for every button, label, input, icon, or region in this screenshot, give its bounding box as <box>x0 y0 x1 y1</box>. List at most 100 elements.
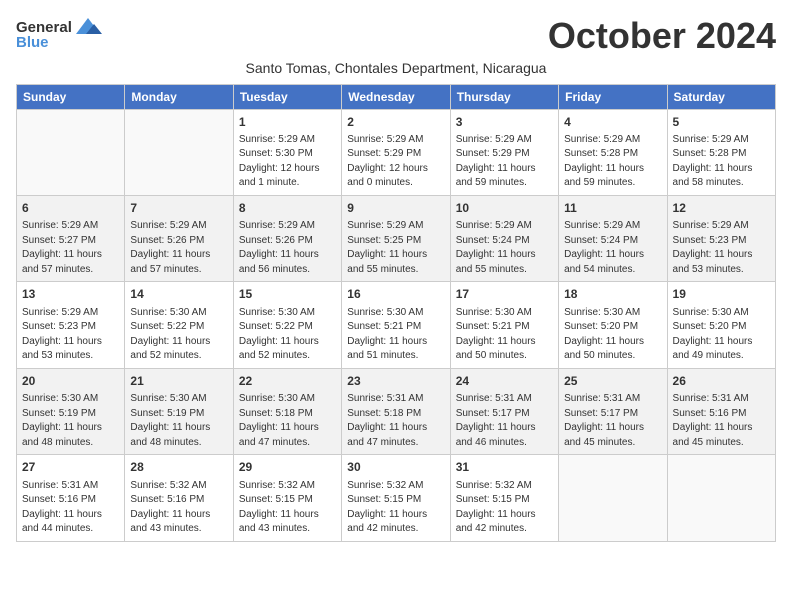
day-info: Sunrise: 5:32 AMSunset: 5:15 PMDaylight:… <box>347 479 444 537</box>
day-number: 15 <box>239 286 336 303</box>
week-row-2: 6 Sunrise: 5:29 AMSunset: 5:27 PMDaylight… <box>17 195 776 281</box>
day-cell: 21Sunrise: 5:30 AMSunset: 5:19 PMDayligh… <box>125 368 233 454</box>
day-number: 17 <box>456 286 553 303</box>
weekday-header-saturday: Saturday <box>667 84 775 109</box>
day-number: 30 <box>347 459 444 476</box>
day-info: Sunrise: 5:29 AMSunset: 5:27 PMDaylight:… <box>22 219 119 277</box>
day-number: 10 <box>456 200 553 217</box>
day-info: Sunrise: 5:32 AMSunset: 5:16 PMDaylight:… <box>130 479 227 537</box>
day-info: Sunrise: 5:29 AMSunset: 5:28 PMDaylight:… <box>673 133 770 191</box>
day-number: 4 <box>564 114 661 131</box>
day-cell: 28 Sunrise: 5:32 AMSunset: 5:16 PMDayligh… <box>125 455 233 541</box>
day-number: 24 <box>456 373 553 390</box>
day-cell: 4 Sunrise: 5:29 AMSunset: 5:28 PMDaylight… <box>559 109 667 195</box>
day-info: Sunrise: 5:31 AMSunset: 5:16 PMDaylight:… <box>22 479 119 537</box>
day-cell: 22 Sunrise: 5:30 AMSunset: 5:18 PMDayligh… <box>233 368 341 454</box>
day-cell: 2Sunrise: 5:29 AMSunset: 5:29 PMDaylight… <box>342 109 450 195</box>
day-info: Sunrise: 5:29 AMSunset: 5:23 PMDaylight:… <box>22 306 119 364</box>
day-cell <box>667 455 775 541</box>
logo: General Blue <box>16 16 102 51</box>
day-info: Sunrise: 5:31 AMSunset: 5:17 PMDaylight:… <box>456 392 553 450</box>
day-info: Sunrise: 5:31 AMSunset: 5:17 PMDaylight:… <box>564 392 661 450</box>
day-cell: 29 Sunrise: 5:32 AMSunset: 5:15 PMDayligh… <box>233 455 341 541</box>
day-info: Sunrise: 5:30 AMSunset: 5:20 PMDaylight:… <box>564 306 661 364</box>
weekday-header-friday: Friday <box>559 84 667 109</box>
day-info: Sunrise: 5:29 AMSunset: 5:29 PMDaylight:… <box>347 133 444 191</box>
day-info: Sunrise: 5:30 AMSunset: 5:19 PMDaylight:… <box>22 392 119 450</box>
day-number: 16 <box>347 286 444 303</box>
day-cell: 23Sunrise: 5:31 AMSunset: 5:18 PMDayligh… <box>342 368 450 454</box>
day-number: 12 <box>673 200 770 217</box>
day-info: Sunrise: 5:29 AMSunset: 5:24 PMDaylight:… <box>456 219 553 277</box>
day-info: Sunrise: 5:29 AMSunset: 5:26 PMDaylight:… <box>239 219 336 277</box>
week-row-1: 1Sunrise: 5:29 AMSunset: 5:30 PMDaylight… <box>17 109 776 195</box>
day-number: 11 <box>564 200 661 217</box>
day-number: 3 <box>456 114 553 131</box>
day-number: 22 <box>239 373 336 390</box>
weekday-header-row: SundayMondayTuesdayWednesdayThursdayFrid… <box>17 84 776 109</box>
day-cell: 19Sunrise: 5:30 AMSunset: 5:20 PMDayligh… <box>667 282 775 368</box>
day-number: 20 <box>22 373 119 390</box>
day-cell: 24 Sunrise: 5:31 AMSunset: 5:17 PMDayligh… <box>450 368 558 454</box>
day-cell: 14 Sunrise: 5:30 AMSunset: 5:22 PMDayligh… <box>125 282 233 368</box>
day-info: Sunrise: 5:29 AMSunset: 5:26 PMDaylight:… <box>130 219 227 277</box>
day-cell: 13 Sunrise: 5:29 AMSunset: 5:23 PMDayligh… <box>17 282 125 368</box>
day-number: 14 <box>130 286 227 303</box>
day-cell: 26 Sunrise: 5:31 AMSunset: 5:16 PMDayligh… <box>667 368 775 454</box>
day-number: 28 <box>130 459 227 476</box>
month-title: October 2024 <box>548 16 776 56</box>
calendar: SundayMondayTuesdayWednesdayThursdayFrid… <box>16 84 776 542</box>
weekday-header-tuesday: Tuesday <box>233 84 341 109</box>
day-cell <box>17 109 125 195</box>
day-number: 18 <box>564 286 661 303</box>
day-info: Sunrise: 5:30 AMSunset: 5:21 PMDaylight:… <box>456 306 553 364</box>
day-number: 27 <box>22 459 119 476</box>
day-info: Sunrise: 5:29 AMSunset: 5:25 PMDaylight:… <box>347 219 444 277</box>
day-number: 26 <box>673 373 770 390</box>
day-cell: 10 Sunrise: 5:29 AMSunset: 5:24 PMDayligh… <box>450 195 558 281</box>
day-cell: 8 Sunrise: 5:29 AMSunset: 5:26 PMDaylight… <box>233 195 341 281</box>
logo-icon <box>74 16 102 38</box>
day-info: Sunrise: 5:30 AMSunset: 5:18 PMDaylight:… <box>239 392 336 450</box>
day-info: Sunrise: 5:32 AMSunset: 5:15 PMDaylight:… <box>456 479 553 537</box>
subtitle: Santo Tomas, Chontales Department, Nicar… <box>16 60 776 76</box>
week-row-5: 27 Sunrise: 5:31 AMSunset: 5:16 PMDayligh… <box>17 455 776 541</box>
day-cell: 17 Sunrise: 5:30 AMSunset: 5:21 PMDayligh… <box>450 282 558 368</box>
day-info: Sunrise: 5:31 AMSunset: 5:16 PMDaylight:… <box>673 392 770 450</box>
day-number: 13 <box>22 286 119 303</box>
day-info: Sunrise: 5:29 AMSunset: 5:28 PMDaylight:… <box>564 133 661 191</box>
day-cell: 3 Sunrise: 5:29 AMSunset: 5:29 PMDaylight… <box>450 109 558 195</box>
day-info: Sunrise: 5:29 AMSunset: 5:24 PMDaylight:… <box>564 219 661 277</box>
day-info: Sunrise: 5:29 AMSunset: 5:29 PMDaylight:… <box>456 133 553 191</box>
day-info: Sunrise: 5:30 AMSunset: 5:22 PMDaylight:… <box>239 306 336 364</box>
day-cell <box>125 109 233 195</box>
day-cell: 16 Sunrise: 5:30 AMSunset: 5:21 PMDayligh… <box>342 282 450 368</box>
day-info: Sunrise: 5:30 AMSunset: 5:21 PMDaylight:… <box>347 306 444 364</box>
day-number: 23 <box>347 373 444 390</box>
day-cell: 7Sunrise: 5:29 AMSunset: 5:26 PMDaylight… <box>125 195 233 281</box>
day-cell: 18 Sunrise: 5:30 AMSunset: 5:20 PMDayligh… <box>559 282 667 368</box>
day-cell: 25Sunrise: 5:31 AMSunset: 5:17 PMDayligh… <box>559 368 667 454</box>
day-cell: 30 Sunrise: 5:32 AMSunset: 5:15 PMDayligh… <box>342 455 450 541</box>
day-number: 1 <box>239 114 336 131</box>
logo-blue: Blue <box>16 34 49 51</box>
weekday-header-sunday: Sunday <box>17 84 125 109</box>
day-number: 9 <box>347 200 444 217</box>
day-number: 6 <box>22 200 119 217</box>
weekday-header-monday: Monday <box>125 84 233 109</box>
day-number: 8 <box>239 200 336 217</box>
day-cell: 12 Sunrise: 5:29 AMSunset: 5:23 PMDayligh… <box>667 195 775 281</box>
day-info: Sunrise: 5:29 AMSunset: 5:23 PMDaylight:… <box>673 219 770 277</box>
day-number: 21 <box>130 373 227 390</box>
day-info: Sunrise: 5:30 AMSunset: 5:22 PMDaylight:… <box>130 306 227 364</box>
day-cell: 5Sunrise: 5:29 AMSunset: 5:28 PMDaylight… <box>667 109 775 195</box>
day-cell <box>559 455 667 541</box>
day-cell: 9 Sunrise: 5:29 AMSunset: 5:25 PMDaylight… <box>342 195 450 281</box>
weekday-header-wednesday: Wednesday <box>342 84 450 109</box>
day-number: 29 <box>239 459 336 476</box>
day-number: 19 <box>673 286 770 303</box>
day-cell: 15 Sunrise: 5:30 AMSunset: 5:22 PMDayligh… <box>233 282 341 368</box>
weekday-header-thursday: Thursday <box>450 84 558 109</box>
day-info: Sunrise: 5:32 AMSunset: 5:15 PMDaylight:… <box>239 479 336 537</box>
day-cell: 11 Sunrise: 5:29 AMSunset: 5:24 PMDayligh… <box>559 195 667 281</box>
